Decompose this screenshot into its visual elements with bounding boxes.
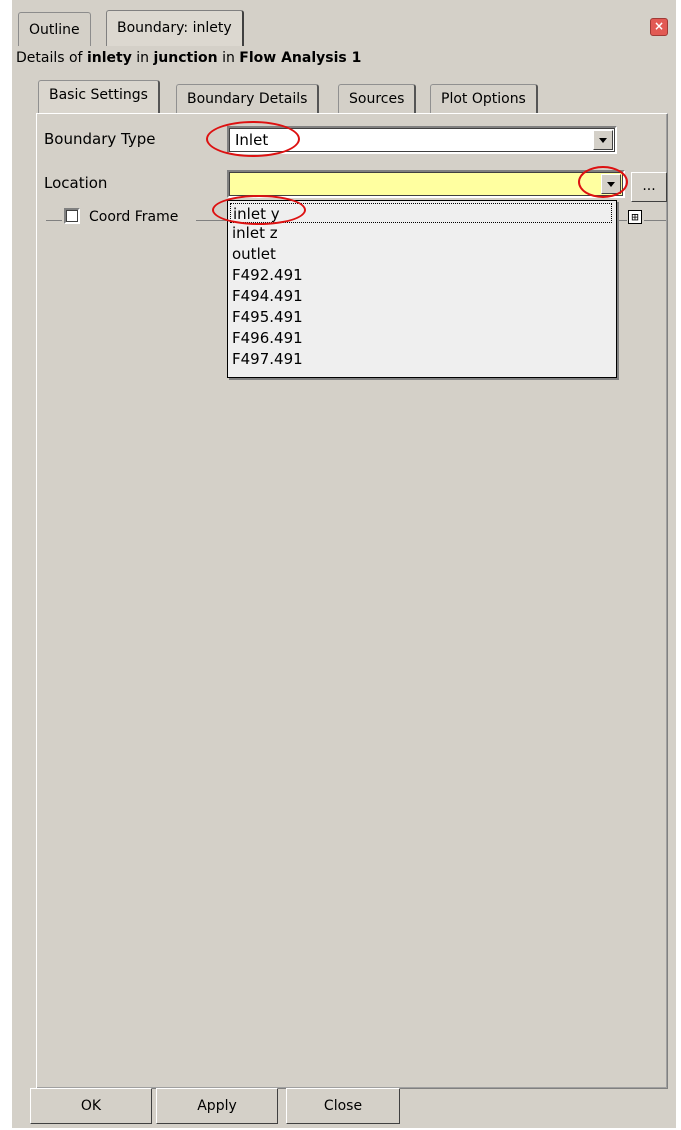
tab-boundary-details-label: Boundary Details [187,91,308,107]
chevron-down-icon[interactable] [593,130,613,150]
list-item[interactable]: F496.491 [232,328,303,348]
list-item[interactable]: F497.491 [232,349,303,369]
group-divider [46,220,62,221]
details-object-name: inlety [86,50,132,66]
details-domain-name: junction [153,50,218,66]
coord-frame-checkbox[interactable] [64,208,80,224]
group-divider [617,220,627,221]
tab-basic-settings-label: Basic Settings [49,87,148,103]
group-divider [644,220,666,221]
tab-sources[interactable]: Sources [338,84,417,114]
apply-button[interactable]: Apply [156,1088,278,1124]
location-select[interactable] [227,170,625,198]
tab-outline[interactable]: Outline [18,12,91,46]
tab-boundary-details[interactable]: Boundary Details [176,84,320,114]
tab-sources-label: Sources [349,91,405,107]
list-item[interactable]: F494.491 [232,286,303,306]
boundary-type-label: Boundary Type [44,130,156,148]
tab-boundary-label: Boundary: inlety [117,20,232,36]
top-tab-strip: Outline Boundary: inlety × [12,6,676,46]
ok-button[interactable]: OK [30,1088,152,1124]
list-item[interactable]: F492.491 [232,265,303,285]
tab-basic-settings[interactable]: Basic Settings [38,80,160,114]
location-dropdown-list[interactable]: inlet y inlet z outlet F492.491 F494.491… [227,200,617,378]
coord-frame-label: Coord Frame [89,209,179,225]
list-item[interactable]: inlet z [232,223,278,243]
tab-plot-options-label: Plot Options [441,91,526,107]
location-label: Location [44,174,108,192]
annotation-circle [206,121,300,157]
tab-outline-label: Outline [29,22,80,38]
details-header: Details of inlety in junction in Flow An… [16,46,361,70]
details-in-text: in [222,50,235,66]
details-in-text: in [136,50,150,66]
tab-plot-options[interactable]: Plot Options [430,84,538,114]
location-browse-button[interactable]: ... [631,172,667,202]
tab-boundary-inlety[interactable]: Boundary: inlety [106,10,244,46]
details-analysis-name: Flow Analysis 1 [239,50,362,66]
details-prefix: Details of [16,50,83,66]
list-item[interactable]: outlet [232,244,276,264]
close-button[interactable]: Close [286,1088,400,1124]
list-item[interactable]: F495.491 [232,307,303,327]
annotation-circle [212,195,306,225]
expand-icon[interactable]: ⊞ [628,210,642,224]
close-icon[interactable]: × [650,18,668,36]
annotation-circle [578,166,628,198]
group-divider [196,220,226,221]
